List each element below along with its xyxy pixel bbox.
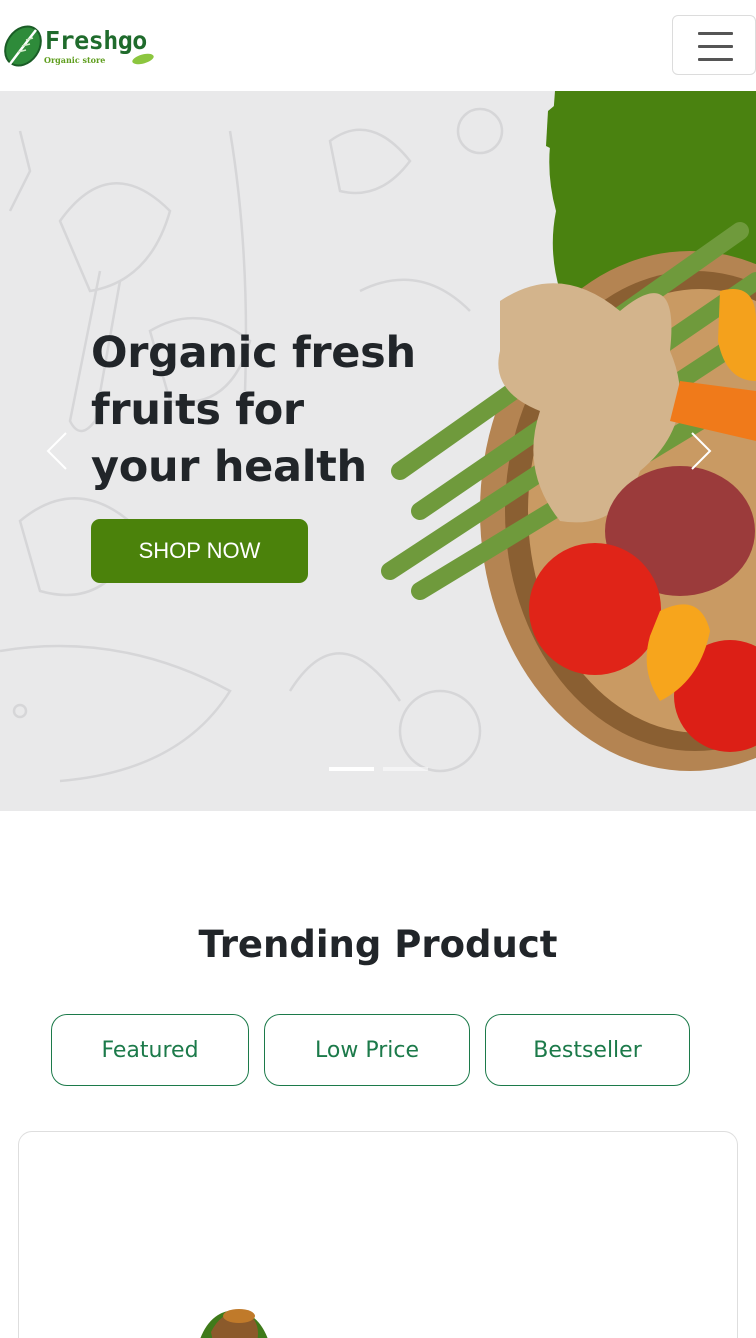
menu-toggle-button[interactable] <box>672 15 756 75</box>
carousel-indicator-active[interactable] <box>329 767 374 771</box>
brand-logo[interactable]: Freshgo Organic store <box>4 22 154 72</box>
leaf-accent-icon <box>132 53 154 65</box>
hero-title-line-3: your health <box>91 442 367 492</box>
chevron-right-icon <box>691 432 712 470</box>
product-card[interactable] <box>18 1131 738 1338</box>
hero-title-line-2: fruits for <box>91 385 304 435</box>
filter-bestseller-button[interactable]: Bestseller <box>485 1014 690 1086</box>
brand-name: Freshgo <box>45 26 147 55</box>
trending-title: Trending Product <box>198 923 558 966</box>
filter-featured-button[interactable]: Featured <box>51 1014 249 1086</box>
hamburger-menu-icon <box>698 32 733 35</box>
hero-title-line-1: Organic fresh <box>91 328 416 378</box>
carousel-prev-button[interactable] <box>42 431 72 471</box>
shop-now-button[interactable]: SHOP NOW <box>91 519 308 583</box>
chevron-left-icon <box>46 432 67 470</box>
carousel-indicators <box>329 767 429 773</box>
navbar: Freshgo Organic store <box>0 0 756 91</box>
hero-title: Organic fresh fruits for your health <box>91 325 421 496</box>
carousel-next-button[interactable] <box>686 431 716 471</box>
product-image <box>200 1309 268 1338</box>
carousel-indicator[interactable] <box>383 767 428 771</box>
filter-low-price-button[interactable]: Low Price <box>264 1014 470 1086</box>
brand-tagline: Organic store <box>44 55 106 65</box>
leaf-logo-icon <box>4 25 42 67</box>
hero-carousel: Organic fresh fruits for your health SHO… <box>0 91 756 811</box>
